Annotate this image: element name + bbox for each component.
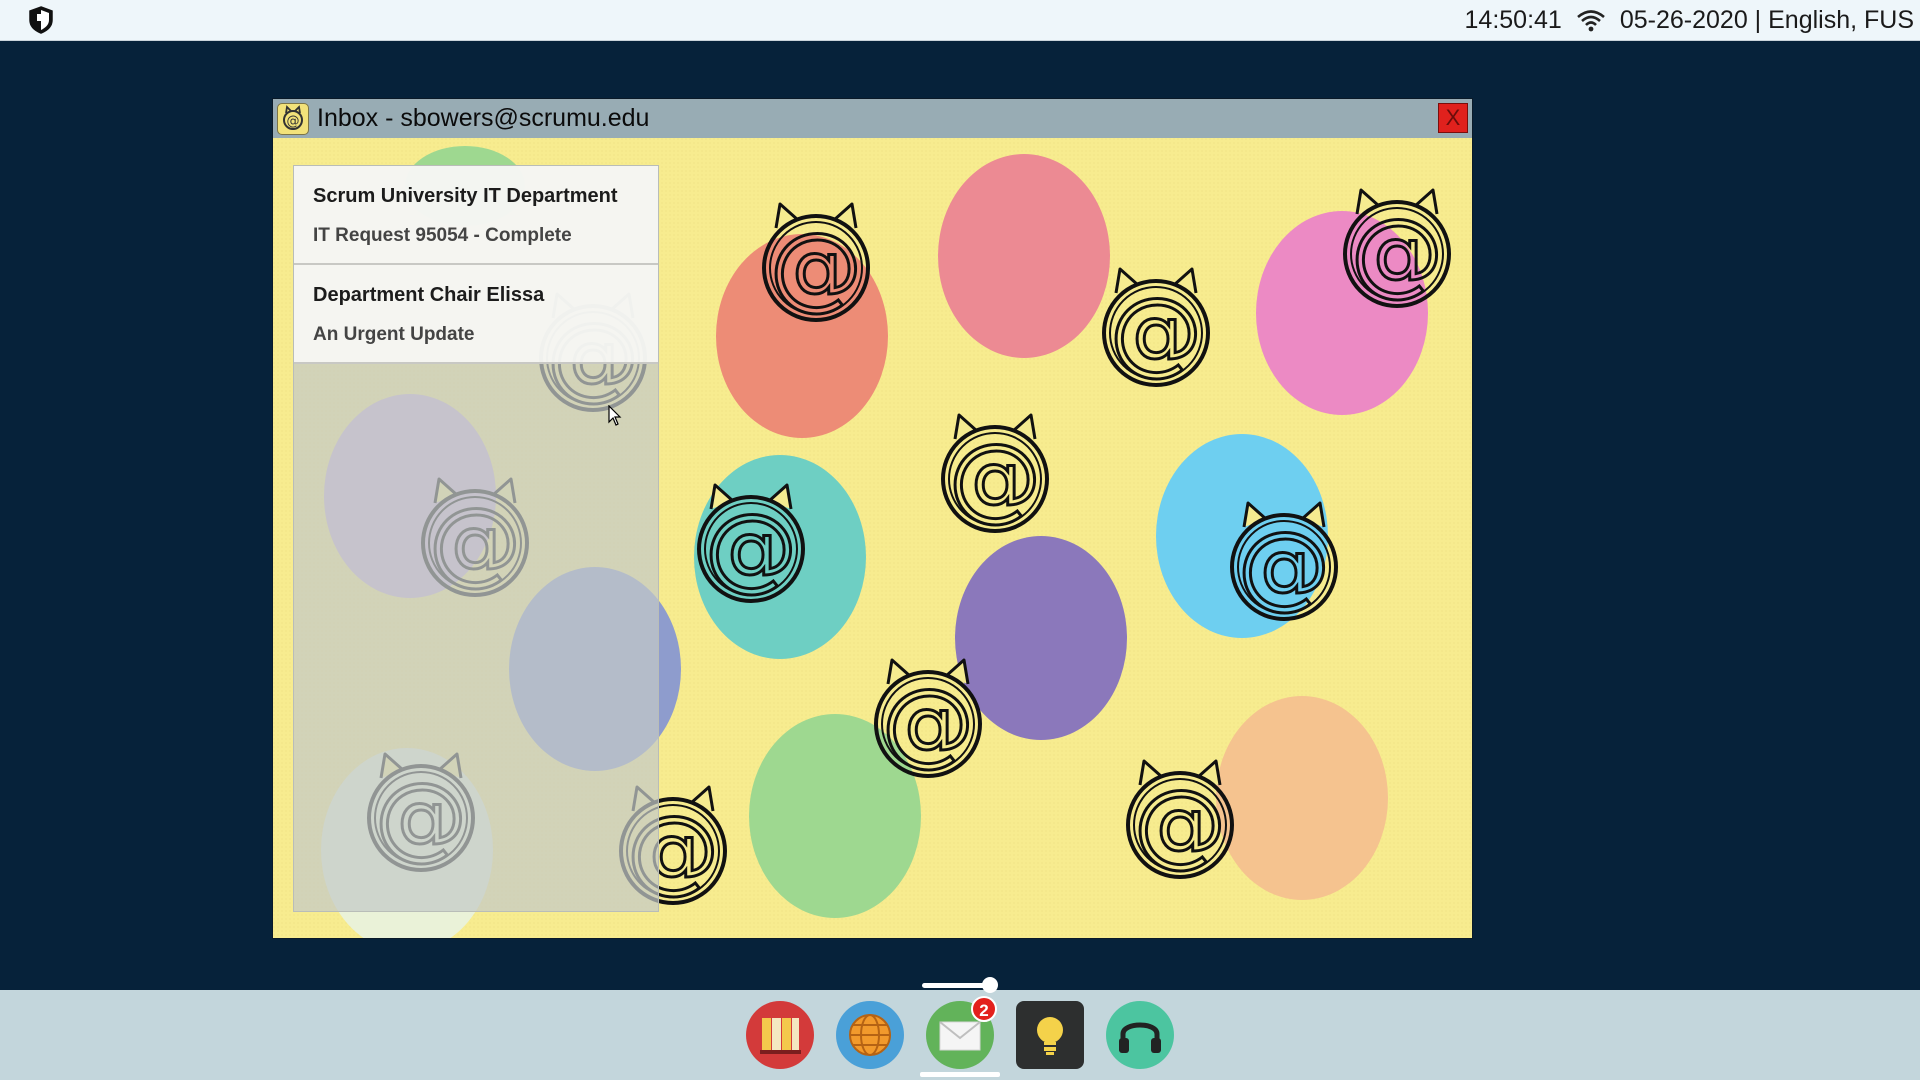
dock-app-ideas[interactable] [1015,1000,1085,1070]
wifi-icon[interactable] [1576,8,1606,32]
dock-app-audio[interactable] [1105,1000,1175,1070]
dock-slider-knob[interactable] [982,977,998,993]
dock-app-mail[interactable]: 2 [925,996,997,1070]
message-subject: IT Request 95054 - Complete [313,225,572,246]
message-item[interactable]: Scrum University IT Department IT Reques… [294,166,658,265]
svg-text:@: @ [287,114,300,129]
dock-app-browser[interactable] [835,1000,905,1070]
books-icon [746,1001,814,1069]
window-title: Inbox - sbowers@scrumu.edu [317,104,650,132]
globe-icon [836,1001,904,1069]
date-locale[interactable]: 05-26-2020 | English, FUS [1620,6,1914,35]
headphones-icon [1106,1001,1174,1069]
message-sender: Scrum University IT Department [313,185,618,207]
window-titlebar[interactable]: @ Inbox - sbowers@scrumu.edu X [273,99,1472,138]
message-item[interactable]: Department Chair Elissa An Urgent Update [294,265,658,364]
mail-cat-icon: @ [277,102,309,135]
clock-time: 14:50:41 [1464,5,1562,34]
lightbulb-icon [1016,1001,1084,1069]
dock-app-library[interactable] [745,1000,815,1070]
unread-badge: 2 [971,996,997,1022]
close-button[interactable]: X [1438,103,1468,133]
message-sender: Department Chair Elissa [313,284,545,306]
shield-logo-icon[interactable] [28,6,54,34]
mouse-cursor-icon [608,405,622,426]
top-status-bar: 14:50:41 05-26-2020 | English, FUS [0,0,1920,41]
message-list: Scrum University IT Department IT Reques… [293,165,659,912]
active-app-indicator [920,1072,1000,1077]
message-subject: An Urgent Update [313,324,475,345]
inbox-window: @ Inbox - sbowers@scrumu.edu X @ [273,99,1472,938]
